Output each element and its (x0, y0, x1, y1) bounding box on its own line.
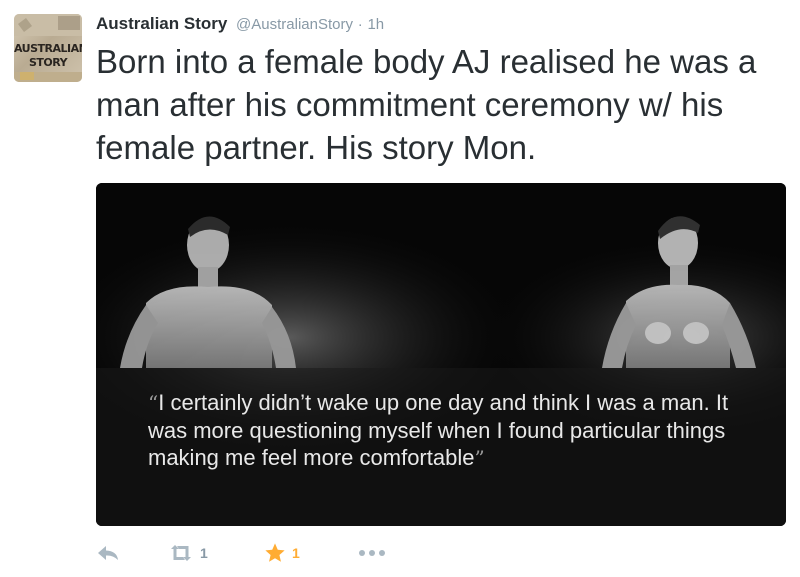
more-dots-icon (359, 550, 385, 556)
tweet-text: Born into a female body AJ realised he w… (96, 43, 757, 166)
author-handle[interactable]: @AustralianStory (236, 16, 353, 33)
retweet-count: 1 (200, 545, 208, 561)
reply-button[interactable] (96, 540, 120, 566)
author-name[interactable]: Australian Story (96, 14, 227, 33)
avatar[interactable]: AUSTRALIAN STORY (14, 14, 82, 82)
tweet-header: Australian Story @AustralianStory · 1h (96, 14, 384, 38)
separator: · (357, 16, 363, 33)
star-icon (265, 543, 285, 562)
timestamp[interactable]: 1h (367, 16, 384, 33)
avatar-logo-line2: STORY (28, 56, 68, 69)
favorite-count: 1 (292, 545, 300, 561)
quote-close-mark: ” (474, 446, 485, 470)
avatar-logo-line1: AUSTRALIAN (14, 42, 82, 55)
retweet-button[interactable]: 1 (168, 540, 208, 566)
retweet-icon (171, 545, 191, 561)
tweet-actions: 1 1 (96, 540, 496, 566)
favorite-button[interactable]: 1 (264, 540, 300, 566)
tweet-photo[interactable]: “I certainly didn’t wake up one day and … (96, 183, 786, 526)
photo-quote: “I certainly didn’t wake up one day and … (148, 389, 748, 472)
reply-icon (98, 546, 118, 560)
quote-open-mark: “ (148, 391, 159, 415)
quote-text: I certainly didn’t wake up one day and t… (148, 390, 729, 470)
more-button[interactable] (358, 540, 386, 566)
